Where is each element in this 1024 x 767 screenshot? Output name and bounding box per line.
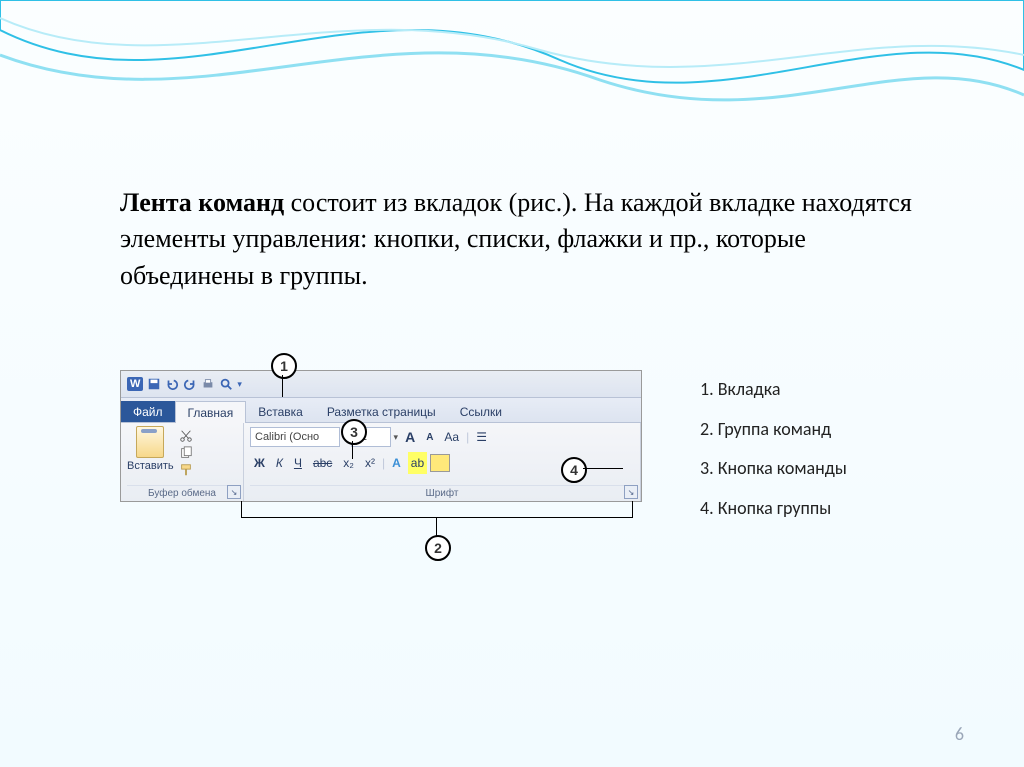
bold-button[interactable]: Ж xyxy=(250,452,269,474)
group-label-font: Шрифт xyxy=(250,485,634,501)
tab-layout[interactable]: Разметка страницы xyxy=(315,401,448,422)
callout-2-stem xyxy=(436,517,437,537)
font-name-combo[interactable]: Calibri (Осно xyxy=(250,427,340,447)
legend-item-2: 2. Группа команд xyxy=(700,410,847,450)
format-painter-icon[interactable] xyxy=(178,463,194,477)
word-icon: W xyxy=(127,377,143,391)
ms-word-ribbon: W ▾ Файл Главная Вставка Разметка страни… xyxy=(120,370,642,502)
tab-insert[interactable]: Вставка xyxy=(246,401,315,422)
size-dropdown-icon[interactable]: ▾ xyxy=(394,432,399,443)
tab-references[interactable]: Ссылки xyxy=(448,401,514,422)
lead-bold: Лента команд xyxy=(120,188,284,217)
paste-label: Вставить xyxy=(127,460,174,472)
callout-1: 1 xyxy=(271,353,297,379)
paste-button[interactable]: Вставить xyxy=(127,426,174,472)
cut-icon[interactable] xyxy=(178,429,194,443)
bullets-icon[interactable]: ☰ xyxy=(472,426,491,448)
change-case-button[interactable]: Aa xyxy=(440,426,463,448)
preview-icon[interactable] xyxy=(219,377,233,391)
paragraph: Лента команд состоит из вкладок (рис.). … xyxy=(120,185,920,294)
callout-3: 3 xyxy=(341,419,367,445)
group-clipboard: Вставить Буфер обмена ↘ xyxy=(121,423,244,501)
figure: W ▾ Файл Главная Вставка Разметка страни… xyxy=(120,370,920,502)
underline-button[interactable]: Ч xyxy=(290,452,306,474)
divider: | xyxy=(382,456,385,470)
tab-file[interactable]: Файл xyxy=(121,401,175,422)
save-icon[interactable] xyxy=(147,377,161,391)
italic-button[interactable]: К xyxy=(272,452,287,474)
quick-access-toolbar: W ▾ xyxy=(121,371,641,398)
callout-2-bracket xyxy=(241,501,633,518)
subscript-button[interactable]: x₂ xyxy=(339,452,358,474)
decorative-wave xyxy=(0,0,1024,160)
callout-2: 2 xyxy=(425,535,451,561)
callout-1-line xyxy=(282,375,283,397)
slide: Лента команд состоит из вкладок (рис.). … xyxy=(0,0,1024,767)
text-effects-button[interactable]: A xyxy=(388,452,405,474)
divider: | xyxy=(466,430,469,444)
undo-icon[interactable] xyxy=(165,377,179,391)
grow-font-button[interactable]: A xyxy=(401,426,419,448)
shrink-font-button[interactable]: A xyxy=(422,426,437,448)
legend: 1. Вкладка 2. Группа команд 3. Кнопка ко… xyxy=(700,370,847,528)
strike-button[interactable]: abc xyxy=(309,452,336,474)
tab-home[interactable]: Главная xyxy=(175,401,247,423)
clipboard-launcher-icon[interactable]: ↘ xyxy=(227,485,241,499)
callout-4-line xyxy=(583,468,623,469)
legend-item-1: 1. Вкладка xyxy=(700,370,847,410)
copy-icon[interactable] xyxy=(178,446,194,460)
callout-3-line xyxy=(352,441,353,459)
legend-item-4: 4. Кнопка группы xyxy=(700,489,847,529)
superscript-button[interactable]: x² xyxy=(361,452,379,474)
group-label-clipboard: Буфер обмена xyxy=(127,485,237,501)
qat-dropdown-icon[interactable]: ▾ xyxy=(237,379,242,390)
paste-icon xyxy=(136,426,164,458)
callout-4: 4 xyxy=(561,457,587,483)
page-number: 6 xyxy=(955,723,964,745)
redo-icon[interactable] xyxy=(183,377,197,391)
print-icon[interactable] xyxy=(201,377,215,391)
legend-item-3: 3. Кнопка команды xyxy=(700,449,847,489)
ribbon-tabs: Файл Главная Вставка Разметка страницы С… xyxy=(121,398,641,423)
font-color-button[interactable] xyxy=(430,454,450,472)
highlight-button[interactable]: ab xyxy=(408,452,427,474)
font-launcher-icon[interactable]: ↘ xyxy=(624,485,638,499)
